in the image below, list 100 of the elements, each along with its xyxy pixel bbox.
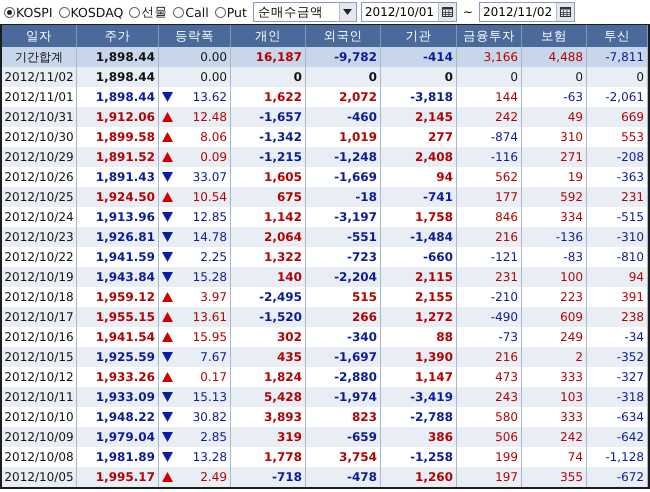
value-cell: 319: [231, 427, 306, 447]
calendar-icon: [442, 7, 453, 17]
value-cell: 243: [457, 387, 522, 407]
value-cell: -478: [306, 467, 381, 487]
value-cell: 266: [306, 307, 381, 327]
value-cell: -1,974: [306, 387, 381, 407]
value-cell: 675: [231, 187, 306, 207]
value-cell: -136: [522, 227, 587, 247]
value-cell: 2,115: [381, 267, 457, 287]
value-cell: -1,215: [231, 147, 306, 167]
value-cell: 0: [381, 67, 457, 87]
radio-button[interactable]: 선물: [129, 4, 168, 20]
value-cell: 100: [522, 267, 587, 287]
radio-button[interactable]: Put: [214, 4, 247, 20]
value-cell: 1,272: [381, 307, 457, 327]
value-cell: 2: [522, 347, 587, 367]
change-cell: 0.00: [159, 67, 231, 87]
date-cell: 2012/10/29: [2, 147, 77, 167]
change-cell: 10.54: [159, 187, 231, 207]
column-header[interactable]: 개인: [231, 25, 306, 47]
value-cell: -1,657: [231, 107, 306, 127]
price-cell: 1,955.15: [77, 307, 159, 327]
value-cell: -352: [587, 347, 648, 367]
change-cell: 14.78: [159, 227, 231, 247]
date-cell: 2012/11/02: [2, 67, 77, 87]
value-cell: 1,260: [381, 467, 457, 487]
value-cell: -18: [306, 187, 381, 207]
price-cell: 1,898.44: [77, 67, 159, 87]
value-cell: 1,390: [381, 347, 457, 367]
value-cell: -414: [381, 47, 457, 67]
value-cell: 609: [522, 307, 587, 327]
dropdown[interactable]: 순매수금액: [252, 2, 357, 22]
price-cell: 1,925.59: [77, 347, 159, 367]
column-header[interactable]: 일자: [2, 25, 77, 47]
value-cell: 0: [587, 67, 648, 87]
value-cell: -1,520: [231, 307, 306, 327]
value-cell: -3,419: [381, 387, 457, 407]
caret-icon: [343, 9, 352, 15]
calendar-button[interactable]: [556, 3, 574, 21]
date-field[interactable]: 2012/10/01: [360, 2, 457, 22]
value-cell: -116: [457, 147, 522, 167]
change-cell: 0.09: [159, 147, 231, 167]
date-cell: 2012/10/15: [2, 347, 77, 367]
value-cell: -208: [587, 147, 648, 167]
column-header[interactable]: 주가: [77, 25, 159, 47]
value-cell: -2,204: [306, 267, 381, 287]
value-cell: -741: [381, 187, 457, 207]
radio-button[interactable]: KOSDAQ: [58, 4, 124, 20]
change-cell: 7.67: [159, 347, 231, 367]
value-cell: -659: [306, 427, 381, 447]
value-cell: 5,428: [231, 387, 306, 407]
date-cell: 2012/10/09: [2, 427, 77, 447]
value-cell: -490: [457, 307, 522, 327]
value-cell: 386: [381, 427, 457, 447]
value-cell: 0: [522, 67, 587, 87]
date-cell: 2012/10/23: [2, 227, 77, 247]
value-cell: -9,782: [306, 47, 381, 67]
value-cell: 0: [231, 67, 306, 87]
value-cell: 435: [231, 347, 306, 367]
value-cell: -310: [587, 227, 648, 247]
change-cell: 13.61: [159, 307, 231, 327]
change-cell: 15.28: [159, 267, 231, 287]
value-cell: 3,166: [457, 47, 522, 67]
value-cell: 0: [306, 67, 381, 87]
value-cell: -718: [231, 467, 306, 487]
column-header[interactable]: 기관: [381, 25, 457, 47]
price-cell: 1,891.52: [77, 147, 159, 167]
value-cell: 49: [522, 107, 587, 127]
value-cell: -1,248: [306, 147, 381, 167]
radio-button[interactable]: KOSPI: [4, 4, 53, 20]
column-header[interactable]: 보험: [522, 25, 587, 47]
radio-button[interactable]: Call: [173, 4, 209, 20]
price-cell: 1,995.17: [77, 467, 159, 487]
change-cell: 12.48: [159, 107, 231, 127]
value-cell: 669: [587, 107, 648, 127]
price-cell: 1,943.84: [77, 267, 159, 287]
date-cell: 2012/10/17: [2, 307, 77, 327]
date-cell: 2012/10/05: [2, 467, 77, 487]
column-header[interactable]: 투신: [587, 25, 648, 47]
value-cell: 140: [231, 267, 306, 287]
column-header[interactable]: 등락폭: [159, 25, 231, 47]
value-cell: 197: [457, 467, 522, 487]
change-cell: 2.85: [159, 427, 231, 447]
column-header[interactable]: 외국인: [306, 25, 381, 47]
date-field[interactable]: 2012/11/02: [478, 2, 575, 22]
calendar-icon: [560, 7, 571, 17]
value-cell: 2,408: [381, 147, 457, 167]
value-cell: 2,145: [381, 107, 457, 127]
value-cell: -1,697: [306, 347, 381, 367]
change-cell: 15.13: [159, 387, 231, 407]
value-cell: 177: [457, 187, 522, 207]
value-cell: -318: [587, 387, 648, 407]
value-cell: 506: [457, 427, 522, 447]
value-cell: 2,064: [231, 227, 306, 247]
calendar-button[interactable]: [438, 3, 456, 21]
value-cell: 4,488: [522, 47, 587, 67]
column-header[interactable]: 금융투자: [457, 25, 522, 47]
price-cell: 1,933.09: [77, 387, 159, 407]
value-cell: 16,187: [231, 47, 306, 67]
value-cell: 0: [457, 67, 522, 87]
